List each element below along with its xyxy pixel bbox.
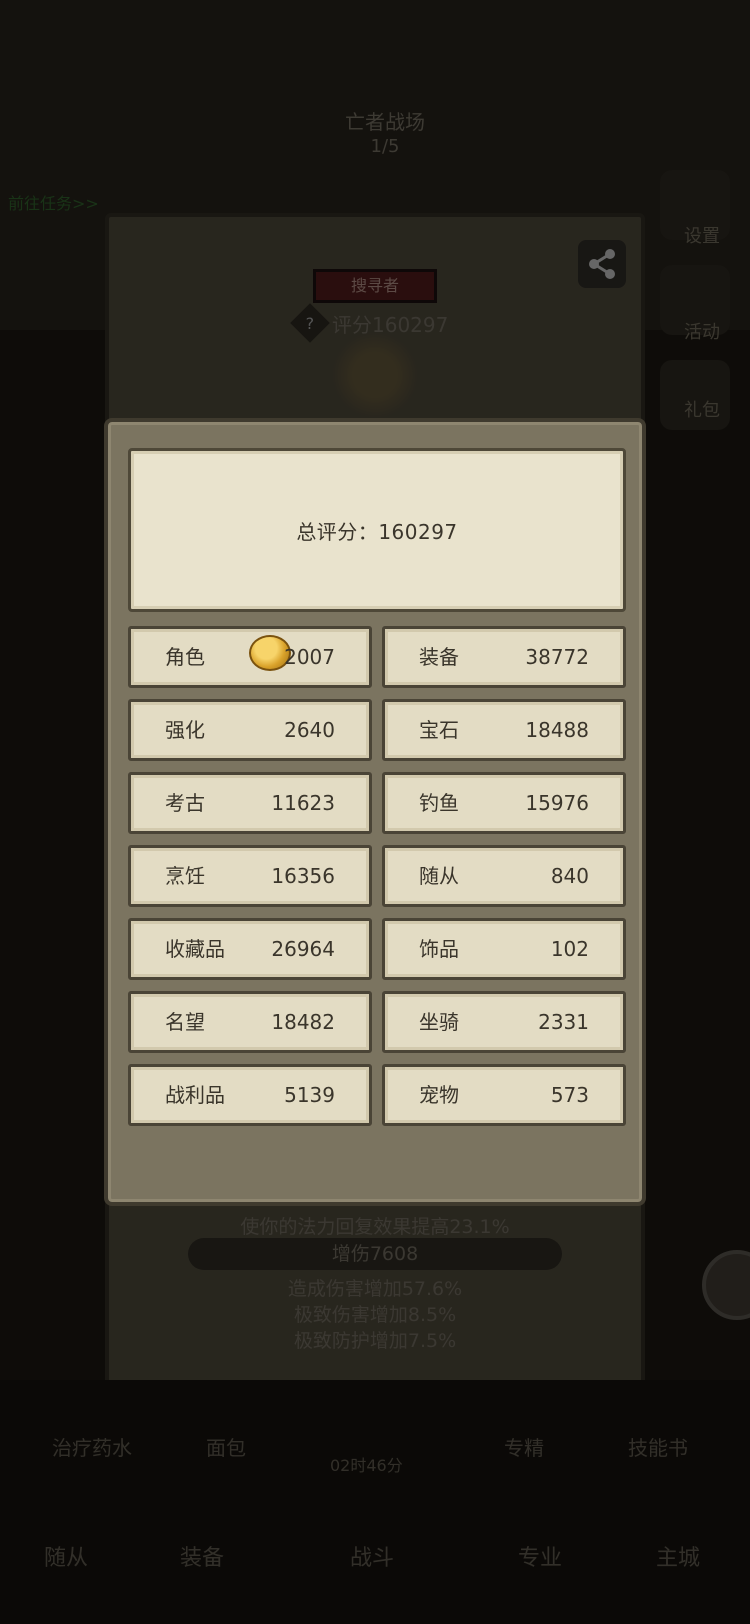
cell-value: 2640 bbox=[284, 718, 335, 742]
score-cell-character: 角色 2007 bbox=[128, 626, 372, 688]
total-score-text: 总评分：160297 bbox=[296, 516, 457, 545]
cell-value: 18488 bbox=[525, 718, 589, 742]
cell-value: 18482 bbox=[271, 1010, 335, 1034]
cell-label: 饰品 bbox=[419, 937, 459, 961]
cell-label: 角色 bbox=[165, 645, 205, 669]
cell-label: 装备 bbox=[419, 645, 459, 669]
cell-label: 坐骑 bbox=[419, 1010, 459, 1034]
cell-label: 考古 bbox=[165, 791, 205, 815]
cell-label: 战利品 bbox=[165, 1083, 225, 1107]
cell-value: 2331 bbox=[538, 1010, 589, 1034]
score-cell-mounts: 坐骑 2331 bbox=[382, 991, 626, 1053]
total-score-card: 总评分：160297 bbox=[128, 448, 626, 612]
cell-label: 强化 bbox=[165, 718, 205, 742]
cell-label: 钓鱼 bbox=[419, 791, 459, 815]
cell-value: 26964 bbox=[271, 937, 335, 961]
score-cell-followers: 随从 840 bbox=[382, 845, 626, 907]
game-screen: 亡者战场 1/5 前往任务>> 设置 活动 礼包 搜寻者 ? 评分160297 … bbox=[0, 0, 750, 1624]
score-cell-reputation: 名望 18482 bbox=[128, 991, 372, 1053]
score-cell-archaeology: 考古 11623 bbox=[128, 772, 372, 834]
cell-label: 烹饪 bbox=[165, 864, 205, 888]
cell-value: 573 bbox=[550, 1083, 589, 1107]
cell-value: 15976 bbox=[525, 791, 589, 815]
cell-value: 11623 bbox=[271, 791, 335, 815]
score-cell-pets: 宠物 573 bbox=[382, 1064, 626, 1126]
cell-value: 5139 bbox=[284, 1083, 335, 1107]
cell-label: 宠物 bbox=[419, 1083, 459, 1107]
score-cell-enhance: 强化 2640 bbox=[128, 699, 372, 761]
total-score-value: 160297 bbox=[378, 519, 458, 544]
cell-value: 102 bbox=[550, 937, 589, 961]
score-cell-accessories: 饰品 102 bbox=[382, 918, 626, 980]
cell-value: 16356 bbox=[271, 864, 335, 888]
score-cell-gems: 宝石 18488 bbox=[382, 699, 626, 761]
cell-label: 随从 bbox=[419, 864, 459, 888]
cell-value: 38772 bbox=[525, 645, 589, 669]
total-score-label: 总评分： bbox=[296, 519, 379, 544]
cell-label: 名望 bbox=[165, 1010, 205, 1034]
score-cell-equipment: 装备 38772 bbox=[382, 626, 626, 688]
score-cell-fishing: 钓鱼 15976 bbox=[382, 772, 626, 834]
cell-label: 收藏品 bbox=[165, 937, 225, 961]
score-cell-loot: 战利品 5139 bbox=[128, 1064, 372, 1126]
score-cell-cooking: 烹饪 16356 bbox=[128, 845, 372, 907]
cell-value: 2007 bbox=[284, 645, 335, 669]
cell-label: 宝石 bbox=[419, 718, 459, 742]
cell-value: 840 bbox=[550, 864, 589, 888]
score-cell-collectibles: 收藏品 26964 bbox=[128, 918, 372, 980]
score-breakdown-modal: 总评分：160297 角色 2007 装备 38772 强化 2640 宝石 1… bbox=[104, 418, 646, 1206]
